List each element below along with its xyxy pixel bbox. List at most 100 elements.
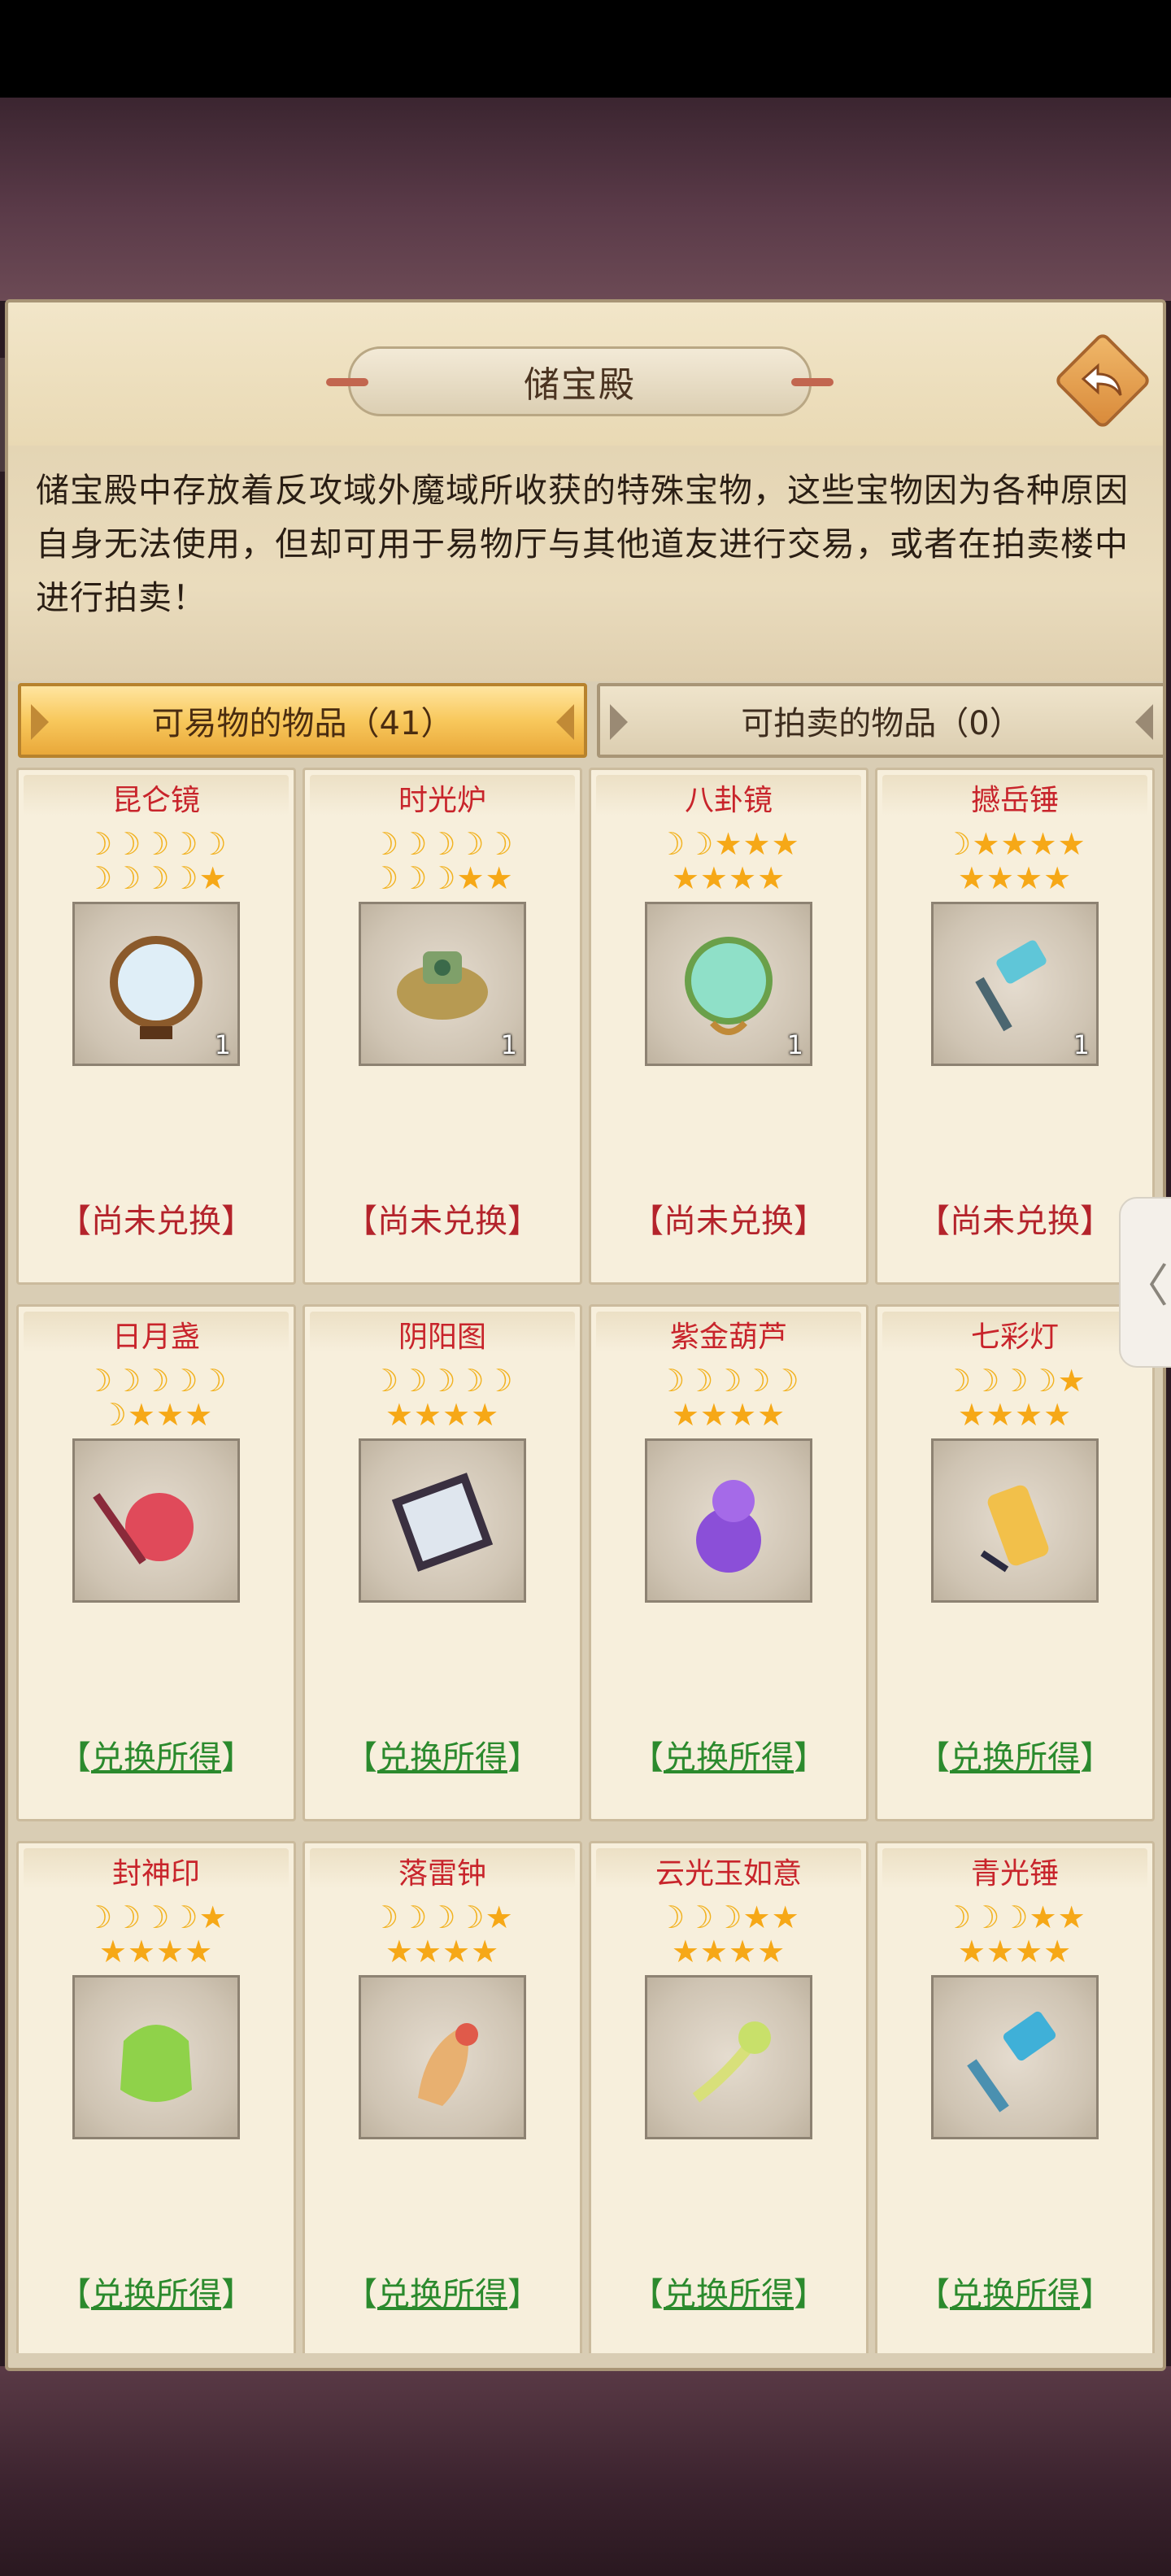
item-slot[interactable] <box>645 1975 812 2139</box>
tab-right-arrow-icon <box>556 704 574 740</box>
bracket-right: 】 <box>221 1739 254 1777</box>
item-card[interactable]: 撼岳锤 ☽★★★★ ★★★★ 1 【尚未兑换】 <box>875 768 1155 1285</box>
moon-icon: ☽ <box>98 1397 128 1433</box>
item-card[interactable]: 时光炉 ☽☽☽☽☽ ☽☽☽★★ 1 【尚未兑换】 <box>303 768 582 1285</box>
status-exchanged-label: 兑换所得 <box>377 1739 507 1777</box>
item-card[interactable]: 日月盏 ☽☽☽☽☽ ☽★★★ 【兑换所得】 <box>16 1304 296 1821</box>
item-card[interactable]: 阴阳图 ☽☽☽☽☽ ★★★★ 【兑换所得】 <box>303 1304 582 1821</box>
bracket-left: 【 <box>631 2276 664 2313</box>
back-arrow-icon <box>1081 363 1122 396</box>
item-card[interactable]: 落雷钟 ☽☽☽☽★ ★★★★ 【兑换所得】 <box>303 1841 582 2353</box>
scroll-icon <box>391 1473 494 1572</box>
moon-icon: ☽ <box>428 860 457 896</box>
item-card[interactable]: 封神印 ☽☽☽☽★ ★★★★ 【兑换所得】 <box>16 1841 296 2353</box>
item-card[interactable]: 青光锤 ☽☽☽★★ ★★★★ 【兑换所得】 <box>875 1841 1155 2353</box>
status-exchanged-label: 兑换所得 <box>377 2276 507 2313</box>
item-slot[interactable]: 1 <box>645 902 812 1066</box>
item-card[interactable]: 云光玉如意 ☽☽☽★★ ★★★★ 【兑换所得】 <box>589 1841 868 2353</box>
status-exchanged-link[interactable]: 【兑换所得】 <box>19 1731 294 1778</box>
tab-tradeable-items[interactable]: 可易物的物品（41） <box>18 683 587 758</box>
item-name: 落雷钟 <box>398 1857 486 1891</box>
item-slot[interactable] <box>645 1438 812 1603</box>
item-card[interactable]: 紫金葫芦 ☽☽☽☽☽ ★★★★ 【兑换所得】 <box>589 1304 868 1821</box>
description-text: 储宝殿中存放着反攻域外魔域所收获的特殊宝物，这些宝物因为各种原因自身无法使用，但… <box>36 471 1129 617</box>
star-icon: ★ <box>1015 860 1044 896</box>
tab-auctionable-items[interactable]: 可拍卖的物品（0） <box>597 683 1163 758</box>
item-slot[interactable] <box>359 1438 526 1603</box>
status-exchanged-link[interactable]: 【兑换所得】 <box>19 2268 294 2315</box>
moon-icon: ☽ <box>85 826 114 862</box>
system-status-bar <box>0 0 1171 98</box>
bagua-mirror-icon <box>685 937 773 1035</box>
bracket-right: 】 <box>1080 1739 1112 1777</box>
star-icon: ★ <box>1057 1899 1086 1935</box>
item-slot[interactable] <box>72 1975 240 2139</box>
chevron-left-icon: 〈 <box>1123 1260 1169 1313</box>
star-icon: ★ <box>986 860 1015 896</box>
star-icon: ★ <box>757 860 786 896</box>
item-slot[interactable]: 1 <box>72 902 240 1066</box>
status-not-exchanged: 【尚未兑换】 <box>345 1203 540 1240</box>
item-slot[interactable] <box>72 1438 240 1603</box>
star-icon: ★ <box>1029 1899 1058 1935</box>
item-rating: ☽☽☽☽★ ★★★★ <box>877 1364 1152 1432</box>
moon-icon: ☽ <box>686 1899 715 1935</box>
star-icon: ★ <box>771 1899 800 1935</box>
status-exchanged-link[interactable]: 【兑换所得】 <box>591 2268 866 2315</box>
moon-icon: ☽ <box>714 1363 743 1399</box>
item-rating: ☽☽☽☽★ ★★★★ <box>305 1900 580 1969</box>
item-slot[interactable] <box>931 1438 1099 1603</box>
mirror-icon <box>110 936 202 1039</box>
item-rating: ☽☽☽★★ ★★★★ <box>591 1900 866 1969</box>
background-top <box>0 98 1171 301</box>
item-card[interactable]: 八卦镜 ☽☽★★★ ★★★★ 1 【尚未兑换】 <box>589 768 868 1285</box>
item-grid: 昆仑镜 ☽☽☽☽☽ ☽☽☽☽★ 1 【尚未兑换】 时光炉 ☽☽☽☽☽ ☽☽☽★★ 1… <box>16 768 1158 2353</box>
gourd-icon <box>696 1480 761 1573</box>
tab-right-arrow-icon <box>1135 704 1153 740</box>
item-card[interactable]: 昆仑镜 ☽☽☽☽☽ ☽☽☽☽★ 1 【尚未兑换】 <box>16 768 296 1285</box>
item-name: 日月盏 <box>111 1321 200 1354</box>
item-card[interactable]: 七彩灯 ☽☽☽☽★ ★★★★ 【兑换所得】 <box>875 1304 1155 1821</box>
moon-icon: ☽ <box>943 826 973 862</box>
star-icon: ★ <box>671 1397 700 1433</box>
status-not-exchanged: 【尚未兑换】 <box>917 1203 1112 1240</box>
item-rating: ☽☽☽☽☽ ☽★★★ <box>19 1364 294 1432</box>
side-drawer-toggle[interactable]: 〈 <box>1119 1197 1171 1368</box>
item-name: 撼岳锤 <box>970 784 1059 817</box>
star-icon: ★ <box>957 1397 986 1433</box>
status-exchanged-link[interactable]: 【兑换所得】 <box>305 1731 580 1778</box>
bracket-left: 【 <box>345 2276 377 2313</box>
status-exchanged-link[interactable]: 【兑换所得】 <box>305 2268 580 2315</box>
item-rating: ☽☽☽☽☽ ★★★★ <box>305 1364 580 1432</box>
item-name: 云光玉如意 <box>655 1857 802 1891</box>
moon-icon: ☽ <box>399 860 429 896</box>
item-slot[interactable]: 1 <box>359 902 526 1066</box>
title-plate: 储宝殿 <box>326 346 834 416</box>
status-exchanged-label: 兑换所得 <box>91 2276 221 2313</box>
item-count: 1 <box>500 1029 517 1060</box>
status-exchanged-link[interactable]: 【兑换所得】 <box>877 2268 1152 2315</box>
moon-icon: ☽ <box>485 826 514 862</box>
status-exchanged-link[interactable]: 【兑换所得】 <box>877 1731 1152 1778</box>
moon-icon: ☽ <box>1000 1899 1030 1935</box>
back-button[interactable] <box>1053 331 1152 430</box>
description-box: 储宝殿中存放着反攻域外魔域所收获的特殊宝物，这些宝物因为各种原因自身无法使用，但… <box>8 446 1163 681</box>
star-icon: ★ <box>1057 826 1086 862</box>
bracket-right: 】 <box>794 1739 826 1777</box>
star-icon: ★ <box>1043 1397 1073 1433</box>
status-exchanged-link[interactable]: 【兑换所得】 <box>591 1731 866 1778</box>
status-exchanged-label: 兑换所得 <box>91 1739 221 1777</box>
moon-icon: ☽ <box>399 1363 429 1399</box>
star-icon: ★ <box>986 1934 1015 1969</box>
star-icon: ★ <box>185 1397 214 1433</box>
item-slot[interactable] <box>931 1975 1099 2139</box>
moon-icon: ☽ <box>399 826 429 862</box>
item-slot[interactable]: 1 <box>931 902 1099 1066</box>
moon-icon: ☽ <box>657 1363 686 1399</box>
bracket-left: 【 <box>631 1739 664 1777</box>
tab-label: 可拍卖的物品（0） <box>741 705 1022 742</box>
star-icon: ★ <box>98 1934 128 1969</box>
item-slot[interactable] <box>359 1975 526 2139</box>
star-icon: ★ <box>1000 826 1030 862</box>
star-icon: ★ <box>1015 1934 1044 1969</box>
